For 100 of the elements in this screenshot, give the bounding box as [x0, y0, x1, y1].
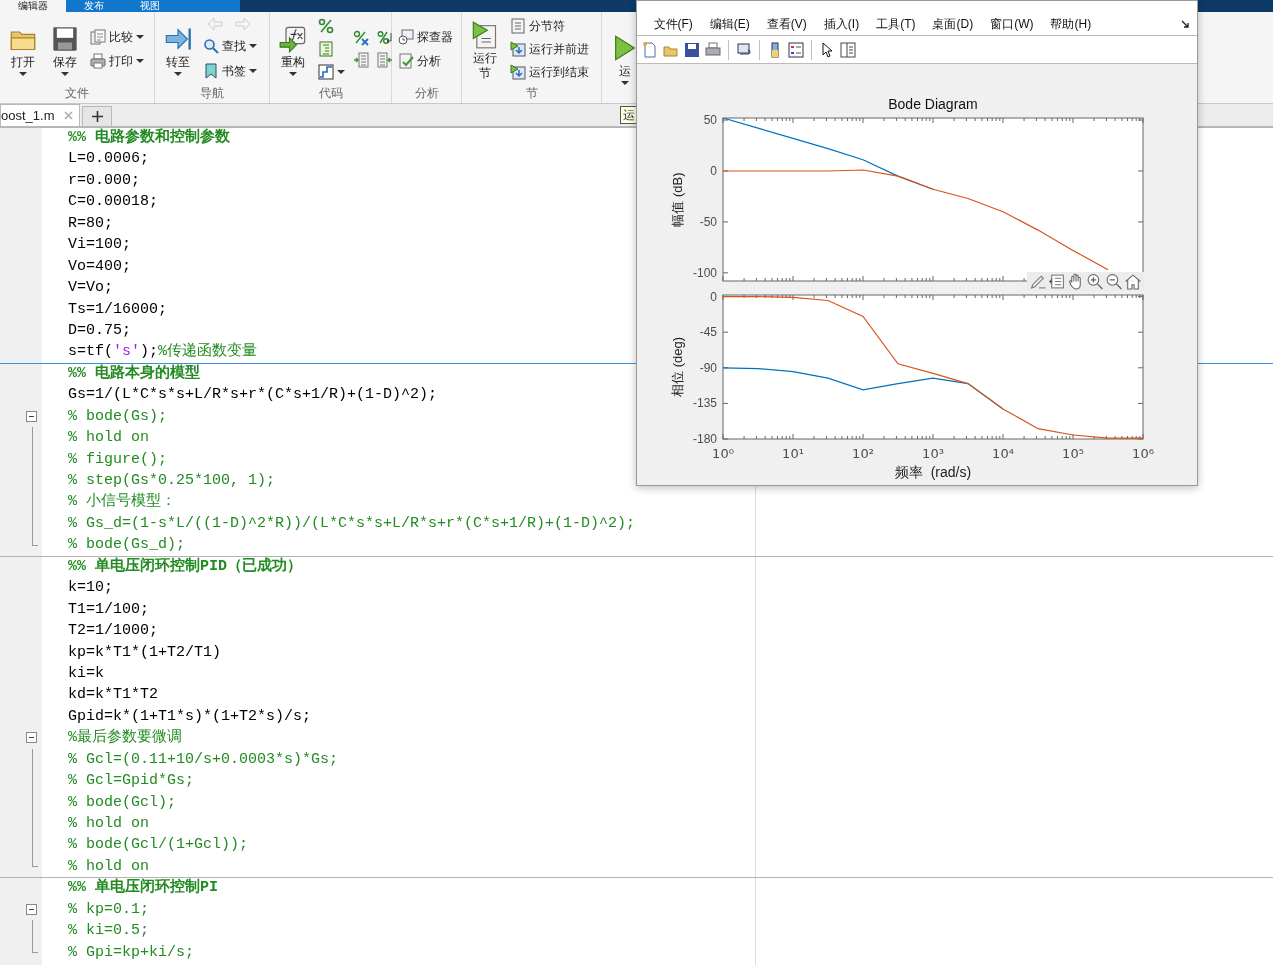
axes-toolbar-button[interactable] [1105, 273, 1123, 290]
axes-toolbar-button[interactable] [1086, 273, 1104, 290]
code-line: % kp=0.1; [67, 899, 149, 920]
code-line: % bode(Gcl/(1+Gcl)); [67, 835, 249, 856]
ribbon-button[interactable]: 比较 [88, 26, 146, 47]
resize-arrow-icon [1181, 19, 1189, 28]
tick-label: 50 [703, 113, 717, 128]
code-line: % Gcl=Gpid*Gs; [67, 771, 195, 792]
bookmark-icon [203, 62, 219, 79]
ribbon-button[interactable]: 书签 [201, 60, 259, 81]
ribbon-button[interactable]: 保存 [46, 21, 84, 76]
menu-item[interactable]: 查看(V) [758, 14, 816, 33]
legend-icon [788, 41, 804, 58]
code-line: % Gcl=(0.11+10/s+0.0003*s)*Gs; [67, 749, 339, 770]
axes-toolbar-button[interactable] [1029, 273, 1047, 290]
icon-button[interactable] [375, 28, 395, 47]
code-line: % Gpi=kp+ki/s; [67, 942, 195, 963]
tick-label: 10⁶ [1132, 446, 1154, 461]
fold-icon[interactable] [26, 903, 37, 915]
menu-item[interactable]: 桌面(D) [924, 14, 982, 33]
fold-icon[interactable] [26, 410, 37, 422]
code-line: %% 单电压闭环控制PI [67, 877, 218, 899]
code-line: Gs=1/(L*C*s*s+L/R*s+r*(C*s+1/R)+(1-D)^2); [67, 385, 438, 406]
fold-icon[interactable] [26, 732, 37, 744]
code-line: kd=k*T1*T2 [67, 685, 158, 706]
right-arrow-icon [235, 17, 251, 32]
ribbon-button[interactable]: 打开 [4, 21, 42, 76]
zoom-in-icon [1086, 273, 1104, 290]
outdent-icon [377, 51, 393, 68]
file-tab[interactable]: oost_1.m [0, 104, 81, 126]
ribbon-button[interactable]: 重构 [274, 21, 312, 76]
indent-icon [318, 40, 334, 57]
panel-icon [840, 41, 856, 58]
code-line: %% 电路本身的模型 [67, 363, 200, 384]
ribbon-button[interactable]: 转至 [159, 21, 197, 76]
tick-label: -135 [692, 396, 717, 411]
code-line: D=0.75; [67, 320, 131, 341]
tick-label: 10¹ [782, 446, 804, 461]
ribbon-button[interactable]: 分析 [396, 50, 455, 71]
code-line: %% 电路参数和控制参数 [67, 127, 230, 148]
code-line: Vo=400; [67, 256, 131, 277]
ribbon-button[interactable]: 打印 [88, 50, 146, 71]
menu-item[interactable]: 帮助(H) [1042, 14, 1100, 33]
code-line: % bode(Gs); [67, 406, 168, 427]
caret-icon [621, 81, 629, 85]
menu-item[interactable]: 窗口(W) [981, 14, 1042, 33]
brush-icon [1029, 273, 1047, 290]
code-line: % bode(Gs_d); [67, 535, 186, 556]
left-arrow-icon [207, 17, 223, 32]
caret-icon [337, 69, 345, 74]
group-label: 代码 [318, 85, 343, 102]
axes-toolbar-button[interactable] [1048, 273, 1066, 290]
menu-item[interactable]: 插入(I) [815, 14, 868, 33]
code-line: kp=k*T1*(1+T2/T1) [67, 642, 222, 663]
code-line: % bode(Gcl); [67, 792, 177, 813]
icon-button[interactable] [351, 28, 371, 47]
tick-label: -180 [692, 432, 717, 446]
code-line: Vi=100; [67, 235, 131, 256]
staircase-icon [318, 63, 334, 80]
ribbon-tab[interactable]: 发布 [66, 0, 122, 12]
ribbon-tab[interactable]: 视图 [122, 0, 178, 12]
code-line: Gpid=k*(1+T1*s)*(1+T2*s)/s; [67, 706, 312, 727]
linked-figure-icon [736, 41, 752, 58]
percent-cross-icon [353, 29, 369, 46]
ribbon-button[interactable]: 运行到结束 [508, 61, 591, 82]
code-line: %% 单电压闭环控制PID（已成功） [67, 556, 302, 577]
function-icon [279, 25, 307, 53]
ribbon-tab[interactable]: 编辑器 [0, 0, 66, 12]
plus-icon [92, 111, 103, 122]
axes-toolbar-button[interactable] [1124, 273, 1142, 290]
toolbar-button[interactable] [683, 40, 701, 59]
icon-button[interactable] [316, 62, 347, 81]
code-line: T1=1/100; [67, 599, 149, 620]
caret-icon [19, 72, 27, 76]
tick-label: 10³ [922, 446, 944, 461]
ribbon-button[interactable]: 运行节 [466, 16, 504, 81]
new-tab-button[interactable] [82, 106, 113, 126]
group-label: 分析 [414, 85, 439, 102]
tick-label: 0 [710, 164, 717, 178]
menu-item[interactable]: 编辑(E) [701, 14, 759, 33]
new-document-icon [642, 41, 658, 58]
ribbon-button[interactable]: 探查器 [396, 26, 455, 47]
chart-title: Bode Diagram [888, 96, 978, 112]
tick-label: -90 [699, 360, 717, 375]
caret-icon [249, 44, 257, 49]
play-document-icon [510, 63, 526, 80]
code-line: Ts=1/16000; [67, 299, 168, 320]
menu-item[interactable]: 文件(F) [645, 14, 702, 33]
close-icon [64, 111, 74, 120]
menu-item[interactable]: 工具(T) [867, 14, 924, 33]
stopwatch-icon [398, 28, 414, 45]
home-icon [1124, 273, 1142, 290]
ribbon-button[interactable]: 查找 [201, 36, 259, 57]
ribbon-button[interactable]: 运行并前进 [508, 38, 591, 59]
caret-icon [136, 58, 144, 63]
ribbon-button[interactable]: 运 [606, 30, 644, 85]
tick-label: -45 [699, 325, 717, 340]
code-line: % hold on [67, 428, 149, 449]
percent-icon [318, 17, 334, 34]
ribbon-button[interactable]: 分节符 [508, 15, 591, 36]
